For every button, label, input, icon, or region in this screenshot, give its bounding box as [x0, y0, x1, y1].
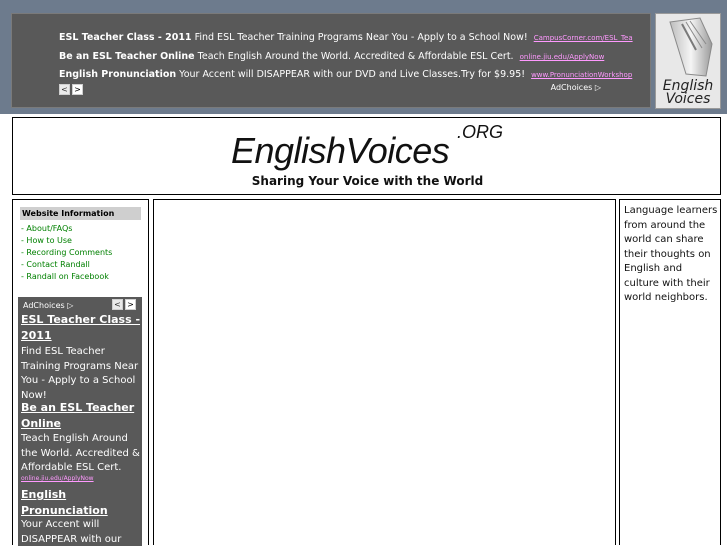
site-tagline: Sharing Your Voice with the World	[251, 174, 484, 188]
ad-url[interactable]: online.jiu.edu/ApplyNow	[520, 53, 605, 61]
ad-title[interactable]: Be an ESL Teacher Online	[59, 51, 195, 62]
side-ad-3-body[interactable]: Your Accent will DISAPPEAR with our	[21, 518, 143, 547]
sidebar-link-recording-comments[interactable]: - Recording Comments	[21, 248, 112, 257]
adchoices-label[interactable]: AdChoices ▷	[23, 301, 73, 310]
top-ad-line-3[interactable]: English Pronunciation Your Accent will D…	[59, 69, 632, 80]
main-content	[153, 199, 616, 545]
top-ad-line-1[interactable]: ESL Teacher Class - 2011 Find ESL Teache…	[59, 32, 633, 43]
top-ad-line-2[interactable]: Be an ESL Teacher Online Teach English A…	[59, 51, 604, 62]
ad-next-button[interactable]: >	[72, 84, 83, 95]
site-title-org: .ORG	[457, 122, 504, 142]
side-ad-unit: AdChoices ▷ < > ESL Teacher Class - 2011…	[18, 297, 142, 546]
side-ad-2-title[interactable]: Be an ESL Teacher Online	[21, 400, 134, 432]
side-ad-1-title[interactable]: ESL Teacher Class - 2011	[21, 312, 140, 344]
side-ad-3-title[interactable]: English Pronunciation	[21, 487, 108, 519]
sidebar-link-how-to-use[interactable]: - How to Use	[21, 236, 72, 245]
ad-body[interactable]: Find ESL Teacher Training Programs Near …	[195, 32, 528, 43]
ad-body[interactable]: Your Accent will DISAPPEAR with our DVD …	[179, 69, 525, 80]
top-ad-band: ESL Teacher Class - 2011 Find ESL Teache…	[0, 0, 727, 114]
side-ad-2-url[interactable]: online.jiu.edu/ApplyNow	[21, 475, 94, 482]
site-header: EnglishVoices .ORG Sharing Your Voice wi…	[12, 117, 721, 195]
ad-body[interactable]: Teach English Around the World. Accredit…	[198, 51, 514, 62]
site-title[interactable]: EnglishVoices	[231, 130, 450, 172]
intro-text: Language learners from around the world …	[624, 205, 718, 303]
sidebar-link-contact[interactable]: - Contact Randall	[21, 260, 90, 269]
logo-text: English Voices	[662, 78, 714, 107]
top-ad-unit: ESL Teacher Class - 2011 Find ESL Teache…	[11, 13, 651, 108]
side-ad-2-body[interactable]: Teach English Around the World. Accredit…	[21, 432, 143, 476]
ad-prev-button[interactable]: <	[59, 84, 70, 95]
sidebar-link-about[interactable]: - About/FAQs	[21, 224, 72, 233]
ad-url[interactable]: www.PronunciationWorkshop	[531, 71, 632, 79]
ad-title[interactable]: ESL Teacher Class - 2011	[59, 32, 192, 43]
ad-prev-button[interactable]: <	[112, 299, 123, 310]
right-sidebar: Language learners from around the world …	[619, 199, 721, 545]
sidebar-link-facebook[interactable]: - Randall on Facebook	[21, 272, 109, 281]
site-logo[interactable]: English Voices	[655, 13, 721, 109]
ad-next-button[interactable]: >	[125, 299, 136, 310]
side-ad-1-body[interactable]: Find ESL Teacher Training Programs Near …	[21, 345, 143, 403]
ad-title[interactable]: English Pronunciation	[59, 69, 176, 80]
left-sidebar: Website Information - About/FAQs - How t…	[12, 199, 149, 546]
ad-url[interactable]: CampusCorner.com/ESL_Tea	[534, 34, 633, 42]
sidebar-heading: Website Information	[20, 207, 141, 220]
adchoices-label[interactable]: AdChoices ▷	[551, 83, 601, 92]
